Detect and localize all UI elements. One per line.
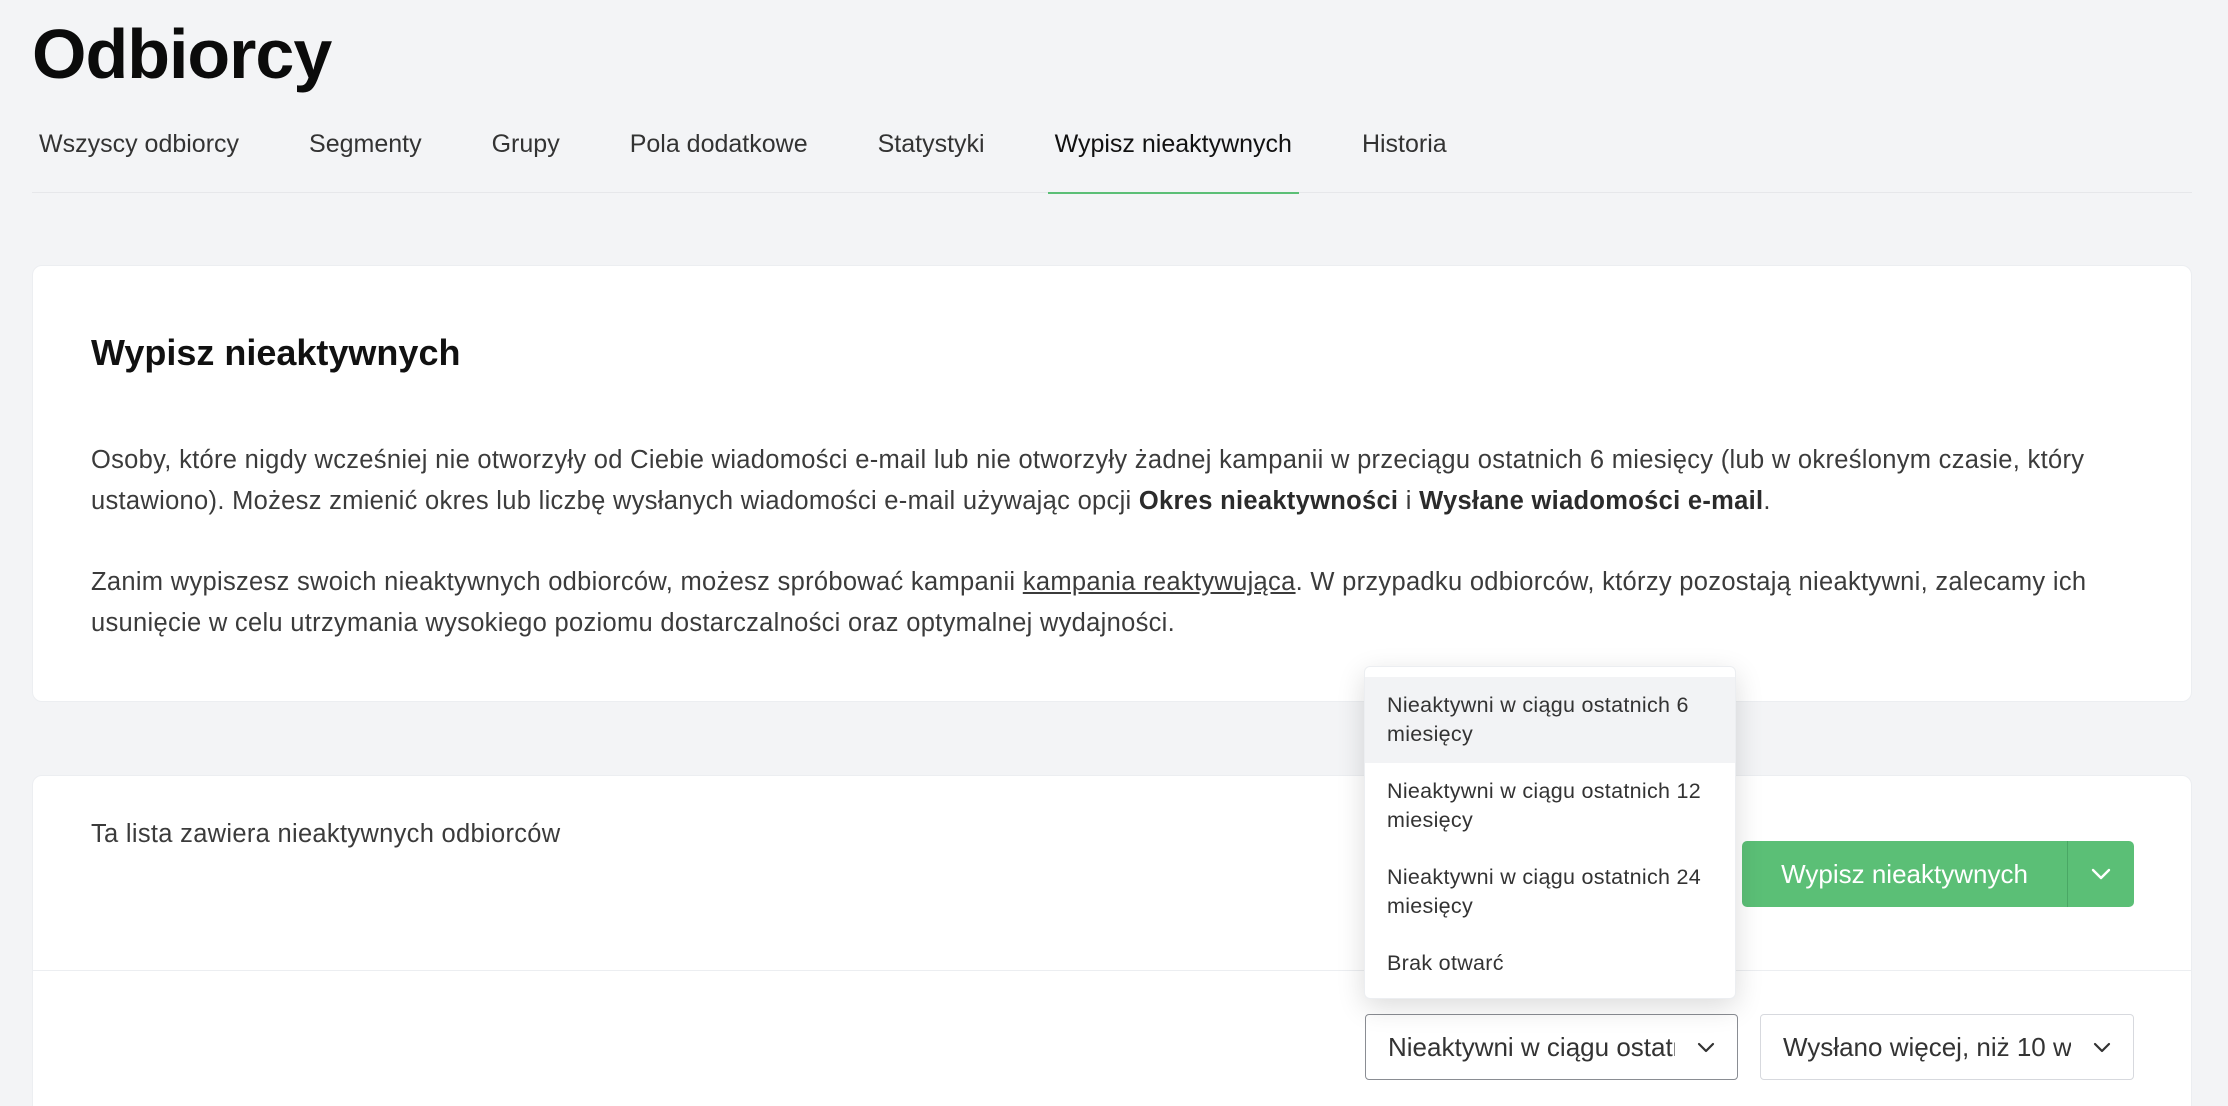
dropdown-option-24-months[interactable]: Nieaktywni w ciągu ostatnich 24 miesięcy [1365,849,1735,935]
page-title: Odbiorcy [32,15,332,93]
list-description: Ta lista zawiera nieaktywnych odbiorców [91,820,561,848]
inactivity-period-term: Okres nieaktywności [1138,487,1399,515]
dropdown-option-6-months[interactable]: Nieaktywni w ciągu ostatnich 6 miesięcy [1365,677,1735,763]
chevron-down-icon [2091,868,2111,880]
info-title: Wypisz nieaktywnych [91,332,461,373]
dropdown-option-12-months[interactable]: Nieaktywni w ciągu ostatnich 12 miesięcy [1365,763,1735,849]
info-paragraph-1-text: Osoby, które nigdy wcześniej nie otworzy… [91,446,2085,515]
inactive-list-card: Ta lista zawiera nieaktywnych odbiorców … [32,775,2192,1106]
page: Odbiorcy Wszyscy odbiorcy Segmenty Grupy… [0,0,2228,1106]
unsubscribe-inactive-button[interactable]: Wypisz nieaktywnych [1742,841,2067,907]
chevron-down-icon [2071,1042,2133,1053]
unsubscribe-split-button: Wypisz nieaktywnych [1742,841,2134,907]
tab-all-recipients[interactable]: Wszyscy odbiorcy [32,120,246,192]
unsubscribe-options-toggle[interactable] [2068,841,2134,907]
reactivation-campaign-link[interactable]: kampania reaktywująca [1023,568,1296,596]
inactivity-period-dropdown: Nieaktywni w ciągu ostatnich 6 miesięcy … [1364,666,1736,999]
tab-bar: Wszyscy odbiorcy Segmenty Grupy Pola dod… [32,120,2192,194]
info-paragraph-2-text: Zanim wypiszesz swoich nieaktywnych odbi… [91,568,1023,596]
tab-statistics[interactable]: Statystyki [871,120,992,192]
chevron-down-icon [1675,1042,1737,1053]
dropdown-option-no-opens[interactable]: Brak otwarć [1365,935,1735,992]
info-card: Wypisz nieaktywnych Osoby, które nigdy w… [32,265,2192,702]
list-divider [33,970,2191,971]
tab-groups[interactable]: Grupy [485,120,567,192]
inactivity-period-select[interactable]: Nieaktywni w ciągu ostatnich 6 miesięcy [1365,1014,1738,1080]
info-paragraph-1: Osoby, które nigdy wcześniej nie otworzy… [91,440,2151,522]
sent-emails-select[interactable]: Wysłano więcej, niż 10 wiadomości [1760,1014,2134,1080]
tab-history[interactable]: Historia [1355,120,1454,192]
inactivity-period-value: Nieaktywni w ciągu ostatnich 6 miesięcy [1388,1031,1675,1062]
tab-custom-fields[interactable]: Pola dodatkowe [623,120,815,192]
sent-emails-term: Wysłane wiadomości e-mail [1419,487,1764,515]
info-paragraph-2: Zanim wypiszesz swoich nieaktywnych odbi… [91,562,2151,644]
sent-emails-value: Wysłano więcej, niż 10 wiadomości [1783,1031,2071,1062]
info-paragraph-1-end: . [1763,487,1771,515]
info-paragraph-1-joiner: i [1398,487,1420,515]
tab-unsubscribe-inactive[interactable]: Wypisz nieaktywnych [1047,120,1300,194]
tab-segments[interactable]: Segmenty [302,120,429,192]
